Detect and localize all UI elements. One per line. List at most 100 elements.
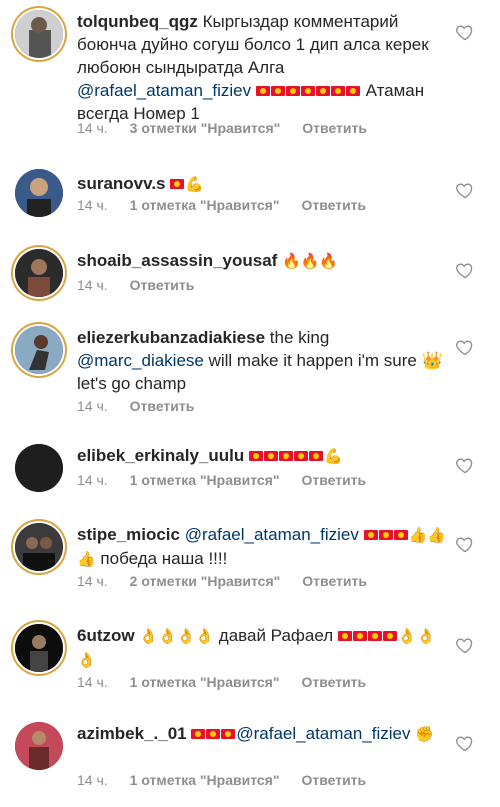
emoji: 💪 [185, 175, 204, 193]
comment-body: 6utzow 👌👌👌👌 давай Рафаел 👌👌👌 [77, 624, 447, 672]
avatar[interactable] [15, 249, 63, 297]
comment-meta: 14 ч. 1 отметка "Нравится" Ответить [77, 772, 388, 788]
likes-count-link[interactable]: 1 отметка "Нравится" [130, 197, 280, 213]
avatar[interactable] [15, 722, 63, 770]
heart-outline-icon[interactable] [455, 337, 475, 357]
kyrgyzstan-flag-icon [270, 86, 285, 96]
comment-time: 14 ч. [77, 674, 108, 690]
reply-button[interactable]: Ответить [301, 772, 366, 788]
kyrgyzstan-flag-icon [293, 451, 308, 461]
avatar[interactable] [15, 10, 63, 58]
heart-outline-icon[interactable] [455, 635, 475, 655]
kyrgyzstan-flag-icon [363, 530, 378, 540]
kyrgyzstan-flag-icon [330, 86, 345, 96]
comment-username[interactable]: eliezerkubanzadiakiese [77, 328, 265, 347]
flag-emoji-group [170, 174, 185, 193]
kyrgyzstan-flag-icon [221, 729, 236, 739]
comment-meta: 14 ч. 1 отметка "Нравится" Ответить [77, 674, 388, 690]
fire-emoji: 🔥🔥🔥 [282, 252, 339, 270]
comment-time: 14 ч. [77, 398, 108, 414]
comment-time: 14 ч. [77, 573, 108, 589]
comment-text: давай Рафаел [214, 626, 338, 645]
comment-meta: 14 ч. 2 отметки "Нравится" Ответить [77, 573, 389, 589]
likes-count-link[interactable]: 1 отметка "Нравится" [130, 772, 280, 788]
likes-count-link[interactable]: 1 отметка "Нравится" [130, 472, 280, 488]
kyrgyzstan-flag-icon [382, 631, 397, 641]
comment-body: stipe_miocic @rafael_ataman_fiziev 👍👍👍 п… [77, 523, 447, 571]
kyrgyzstan-flag-icon [285, 86, 300, 96]
fist-emoji: ✊ [415, 725, 434, 743]
flag-emoji-group [363, 525, 409, 544]
comment-body: elibek_erkinaly_uulu 💪 [77, 444, 447, 468]
heart-outline-icon[interactable] [455, 22, 475, 42]
kyrgyzstan-flag-icon [206, 729, 221, 739]
comment-username[interactable]: suranovv.s [77, 174, 166, 193]
avatar[interactable] [15, 444, 63, 492]
reply-button[interactable]: Ответить [302, 120, 367, 136]
likes-count-link[interactable]: 2 отметки "Нравится" [130, 573, 281, 589]
kyrgyzstan-flag-icon [191, 729, 206, 739]
comment-username[interactable]: tolqunbeq_qgz [77, 12, 198, 31]
reply-button[interactable]: Ответить [301, 472, 366, 488]
comment-meta: 14 ч. 1 отметка "Нравится" Ответить [77, 197, 388, 213]
comment-time: 14 ч. [77, 772, 108, 788]
kyrgyzstan-flag-icon [352, 631, 367, 641]
kyrgyzstan-flag-icon [367, 631, 382, 641]
comments-list: tolqunbeq_qgz Кыргыздар комментарий боюн… [0, 0, 500, 807]
kyrgyzstan-flag-icon [263, 451, 278, 461]
likes-count-link[interactable]: 3 отметки "Нравится" [130, 120, 281, 136]
kyrgyzstan-flag-icon [378, 530, 393, 540]
emoji: 💪 [323, 447, 343, 465]
comment-username[interactable]: stipe_miocic [77, 525, 180, 544]
reply-button[interactable]: Ответить [302, 573, 367, 589]
comment-meta: 14 ч. Ответить [77, 277, 216, 293]
flag-emoji-group [255, 81, 361, 100]
avatar[interactable] [15, 326, 63, 374]
heart-outline-icon[interactable] [455, 180, 475, 200]
heart-outline-icon[interactable] [455, 733, 475, 753]
kyrgyzstan-flag-icon [393, 530, 408, 540]
comment-username[interactable]: shoaib_assassin_yousaf [77, 251, 277, 270]
flag-emoji-group [248, 446, 324, 465]
comment-meta: 14 ч. Ответить [77, 398, 216, 414]
avatar[interactable] [15, 523, 63, 571]
likes-count-link[interactable]: 1 отметка "Нравится" [130, 674, 280, 690]
comment-mention[interactable]: @rafael_ataman_fiziev [185, 525, 359, 544]
kyrgyzstan-flag-icon [170, 179, 185, 189]
comment-text: победа наша !!!! [95, 549, 228, 568]
comment-body: eliezerkubanzadiakiese the king @marc_di… [77, 326, 447, 395]
avatar[interactable] [15, 624, 63, 672]
kyrgyzstan-flag-icon [308, 451, 323, 461]
comment-mention[interactable]: @rafael_ataman_fiziev [77, 81, 251, 100]
comment-username[interactable]: elibek_erkinaly_uulu [77, 446, 244, 465]
avatar[interactable] [15, 169, 63, 217]
comment-body: shoaib_assassin_yousaf 🔥🔥🔥 [77, 249, 447, 273]
comment-text: the king [265, 328, 330, 347]
comment-time: 14 ч. [77, 277, 108, 293]
heart-outline-icon[interactable] [455, 534, 475, 554]
comment-username[interactable]: 6utzow [77, 626, 135, 645]
reply-button[interactable]: Ответить [301, 674, 366, 690]
flag-emoji-group [191, 724, 236, 743]
comment-time: 14 ч. [77, 120, 108, 136]
kyrgyzstan-flag-icon [248, 451, 263, 461]
comment-mention[interactable]: @rafael_ataman_fiziev [236, 724, 410, 743]
comment-time: 14 ч. [77, 197, 108, 213]
comment-body: tolqunbeq_qgz Кыргыздар комментарий боюн… [77, 10, 447, 125]
kyrgyzstan-flag-icon [300, 86, 315, 96]
heart-outline-icon[interactable] [455, 260, 475, 280]
kyrgyzstan-flag-icon [278, 451, 293, 461]
comment-time: 14 ч. [77, 472, 108, 488]
reply-button[interactable]: Ответить [130, 277, 195, 293]
comment-mention[interactable]: @marc_diakiese [77, 351, 204, 370]
reply-button[interactable]: Ответить [130, 398, 195, 414]
kyrgyzstan-flag-icon [345, 86, 360, 96]
heart-outline-icon[interactable] [455, 455, 475, 475]
comment-body: suranovv.s 💪 [77, 172, 447, 196]
reply-button[interactable]: Ответить [301, 197, 366, 213]
flag-emoji-group [337, 626, 398, 645]
kyrgyzstan-flag-icon [255, 86, 270, 96]
comment-body: azimbek_._01 @rafael_ataman_fiziev ✊ [77, 722, 447, 746]
ok-hand-emoji: 👌👌👌👌 [139, 627, 215, 645]
comment-username[interactable]: azimbek_._01 [77, 724, 187, 743]
